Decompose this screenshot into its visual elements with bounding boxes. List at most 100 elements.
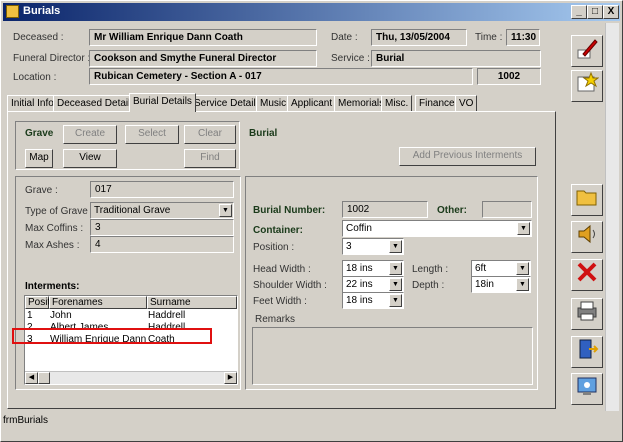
feet-width-label: Feet Width : [253,296,307,307]
row-surname: Haddrell [148,310,186,321]
app-icon [6,5,19,18]
depth-value: 18in [475,279,494,290]
edit-pencil-icon[interactable] [571,35,603,67]
help-screen-icon[interactable] [571,373,603,405]
vertical-scrollbar[interactable] [605,23,619,411]
tab-service-details[interactable]: Service Details [190,95,265,111]
close-button[interactable]: X [603,5,619,19]
tab-finance[interactable]: Finance [415,95,459,111]
max-ashes-label: Max Ashes : [25,240,80,251]
delete-x-icon[interactable] [571,259,603,291]
chevron-down-icon[interactable]: ▼ [389,278,402,291]
grave-field: 017 [90,181,234,198]
window-title: Burials [23,5,61,17]
burial-group-title: Burial [249,128,278,139]
depth-select[interactable]: 18in ▼ [471,276,531,293]
grave-group-title: Grave [25,128,54,139]
head-width-value: 18 ins [346,263,373,274]
burial-number-field: 1002 [342,201,428,218]
exit-door-icon[interactable] [571,336,603,368]
interments-label: Interments: [25,281,80,292]
tab-burial-details[interactable]: Burial Details [129,93,196,112]
tab-memorials[interactable]: Memorials [334,95,389,111]
clear-button[interactable]: Clear [184,125,236,144]
depth-label: Depth : [412,280,445,291]
position-label: Position : [253,242,295,253]
funeral-director-field: Cookson and Smythe Funeral Director [89,50,317,67]
chevron-down-icon[interactable]: ▼ [219,204,232,217]
tab-deceased-details[interactable]: Deceased Details [53,95,140,111]
minimize-button[interactable]: _ [571,5,587,19]
scroll-left-icon[interactable]: ◀ [25,372,38,384]
open-folder-icon[interactable] [571,184,603,216]
time-label: Time : [475,32,503,43]
select-button[interactable]: Select [125,125,179,144]
column-header-posit[interactable]: Posit [25,296,50,309]
other-label: Other: [437,205,467,216]
deceased-field: Mr William Enrique Dann Coath [89,29,317,46]
highlight-box [12,328,212,344]
row-position: 1 [27,310,33,321]
speaker-icon[interactable] [571,221,603,253]
type-of-grave-label: Type of Grave [25,206,88,217]
chevron-down-icon[interactable]: ▼ [516,278,529,291]
date-field: Thu, 13/05/2004 [371,29,467,46]
length-select[interactable]: 6ft ▼ [471,260,531,277]
map-button[interactable]: Map [25,149,53,168]
funeral-director-label: Funeral Director : [13,53,91,64]
shoulder-width-label: Shoulder Width : [253,280,327,291]
find-button[interactable]: Find [184,149,236,168]
chevron-down-icon[interactable]: ▼ [516,262,529,275]
head-width-select[interactable]: 18 ins ▼ [342,260,404,277]
type-of-grave-value: Traditional Grave [94,205,171,216]
burials-window: Burials _ □ X Deceased : Mr William Enri… [0,0,623,442]
chevron-down-icon[interactable]: ▼ [389,294,402,307]
new-star-icon[interactable] [571,70,603,102]
feet-width-value: 18 ins [346,295,373,306]
column-header-forenames[interactable]: Forenames [49,296,147,309]
row-forenames: John [50,310,72,321]
maximize-button[interactable]: □ [587,5,603,19]
horizontal-scrollbar[interactable]: ◀ ▶ [25,371,237,384]
type-of-grave-select[interactable]: Traditional Grave ▼ [90,202,234,219]
scroll-right-icon[interactable]: ▶ [224,372,237,384]
shoulder-width-value: 22 ins [346,279,373,290]
chevron-down-icon[interactable]: ▼ [389,240,402,253]
chevron-down-icon[interactable]: ▼ [389,262,402,275]
location-number-field: 1002 [477,68,541,85]
tab-initial-info[interactable]: Initial Info [7,95,58,111]
create-button[interactable]: Create [63,125,117,144]
max-coffins-field: 3 [90,219,234,236]
column-header-surname[interactable]: Surname [147,296,237,309]
remarks-label: Remarks [255,314,296,325]
remarks-textarea[interactable] [252,327,533,385]
container-select[interactable]: Coffin ▼ [342,220,532,237]
container-value: Coffin [346,223,372,234]
service-label: Service : [331,53,370,64]
tab-misc[interactable]: Misc. [381,95,413,111]
status-bar: frmBurials [3,415,49,426]
feet-width-select[interactable]: 18 ins ▼ [342,292,404,309]
position-value: 3 [346,241,352,252]
other-field[interactable] [482,201,532,218]
tab-music[interactable]: Music [256,95,291,111]
grave-label: Grave : [25,185,58,196]
chevron-down-icon[interactable]: ▼ [517,222,530,235]
position-select[interactable]: 3 ▼ [342,238,404,255]
table-row[interactable]: 1 John Haddrell [25,310,235,322]
shoulder-width-select[interactable]: 22 ins ▼ [342,276,404,293]
scroll-thumb[interactable] [38,372,50,384]
title-bar: Burials _ □ X [3,3,620,21]
time-field: 11:30 [506,29,540,46]
container-label: Container: [253,225,303,236]
print-icon[interactable] [571,298,603,330]
tab-applicant[interactable]: Applicant [287,95,337,111]
tab-vo[interactable]: VO [455,95,478,111]
view-button[interactable]: View [63,149,117,168]
add-previous-interments-button[interactable]: Add Previous Interments [399,147,536,166]
location-label: Location : [13,72,57,83]
max-coffins-label: Max Coffins : [25,223,84,234]
length-label: Length : [412,264,449,275]
length-value: 6ft [475,263,487,274]
head-width-label: Head Width : [253,264,311,275]
